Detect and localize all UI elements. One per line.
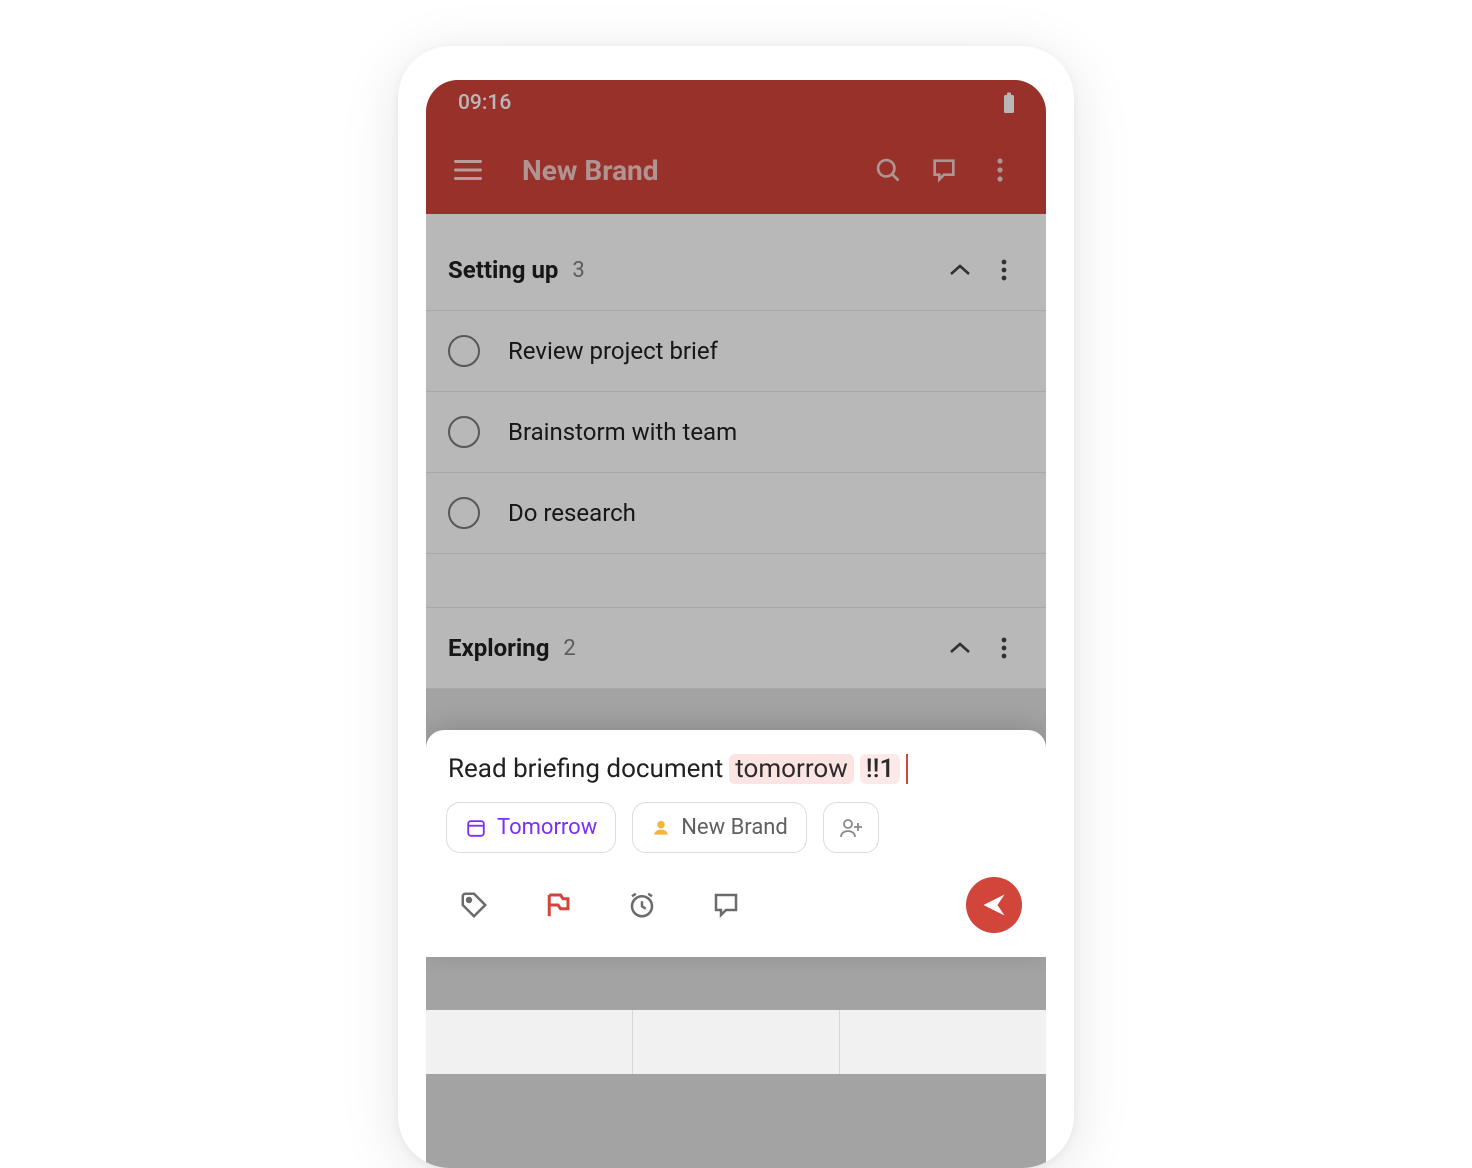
due-date-chip[interactable]: Tomorrow [446,802,616,853]
comment-icon[interactable] [706,885,746,925]
assign-chip[interactable] [823,802,879,853]
task-checkbox[interactable] [448,416,480,448]
search-icon[interactable] [860,142,916,198]
task-title: Do research [508,499,636,527]
section-count: 2 [563,636,575,661]
hamburger-menu-icon[interactable] [444,146,492,194]
section-gap [426,554,1046,608]
project-label: New Brand [681,815,788,840]
clock-time: 09:16 [458,91,511,115]
parsed-priority-token: !!1 [860,754,901,784]
screen: 09:16 New Brand Setting up [426,80,1046,1168]
section-title: Exploring [448,634,549,662]
text-cursor [906,754,908,784]
more-vertical-icon[interactable] [972,142,1028,198]
due-date-label: Tomorrow [497,815,597,840]
app-bar: New Brand [426,126,1046,214]
task-row[interactable]: Do research [426,473,1046,554]
phone-frame: 09:16 New Brand Setting up [398,46,1074,1168]
chevron-up-icon[interactable] [938,626,982,670]
task-row[interactable]: Brainstorm with team [426,392,1046,473]
task-checkbox[interactable] [448,335,480,367]
section-count: 3 [572,258,584,283]
quick-add-toolbar [444,867,1028,941]
submit-button[interactable] [966,877,1022,933]
parsed-date-token: tomorrow [729,754,853,784]
project-title: New Brand [492,154,860,187]
more-vertical-icon[interactable] [982,626,1026,670]
section-header[interactable]: Setting up 3 [426,214,1046,311]
chevron-up-icon[interactable] [938,248,982,292]
quick-add-sheet: Read briefing document tomorrow !!1 Tomo… [426,730,1046,957]
keyboard-suggestion-bar[interactable] [426,1010,1046,1074]
battery-icon [1002,92,1016,114]
task-input[interactable]: Read briefing document tomorrow !!1 [444,750,1028,802]
section-title: Setting up [448,256,558,284]
comments-icon[interactable] [916,142,972,198]
section-header[interactable]: Exploring 2 [426,608,1046,689]
task-list: Setting up 3 Review project brief Brains… [426,214,1046,689]
task-row[interactable]: Review project brief [426,311,1046,392]
reminder-alarm-icon[interactable] [622,885,662,925]
chip-row: Tomorrow New Brand [444,802,1028,867]
task-title: Review project brief [508,337,718,365]
status-bar: 09:16 [426,80,1046,126]
task-title: Brainstorm with team [508,418,737,446]
label-icon[interactable] [454,885,494,925]
priority-flag-icon[interactable] [538,885,578,925]
task-input-text: Read briefing document [448,754,723,784]
project-chip[interactable]: New Brand [632,802,807,853]
more-vertical-icon[interactable] [982,248,1026,292]
task-checkbox[interactable] [448,497,480,529]
